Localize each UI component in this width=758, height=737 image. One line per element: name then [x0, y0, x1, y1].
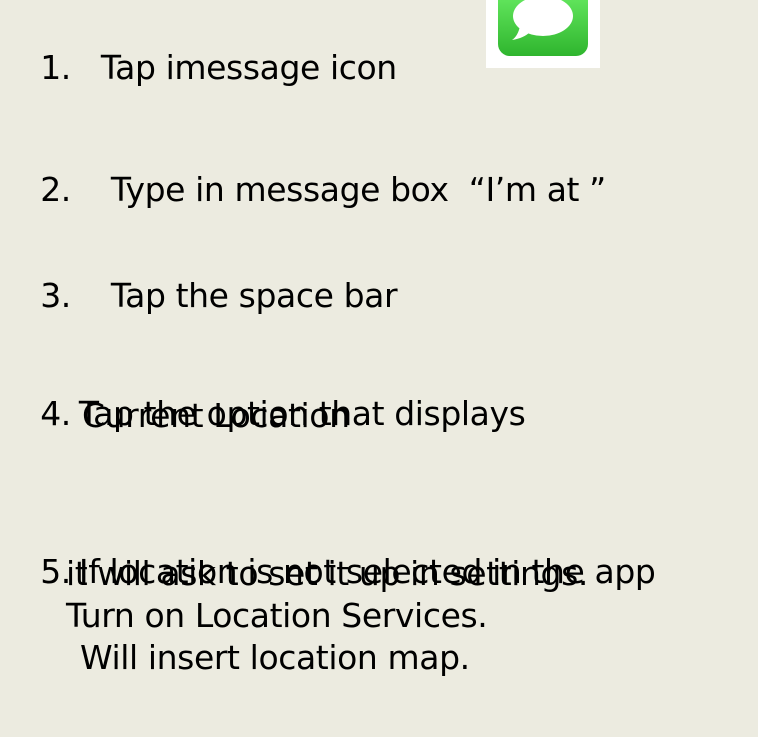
- speech-bubble-icon: [512, 0, 573, 40]
- messages-app-icon: [486, 0, 600, 68]
- step-5-continuation-3: Will insert location map.: [80, 638, 470, 677]
- step-4-number: 4.: [40, 394, 71, 433]
- step-5-continuation-1: it will ask to set it up in settings.: [66, 554, 588, 593]
- step-4-continuation: Current Location: [82, 396, 350, 435]
- step-2-text: Type in message box “I’m at ”: [110, 170, 606, 209]
- step-5-continuation-2: Turn on Location Services.: [66, 596, 488, 635]
- messages-icon-tile: [498, 0, 588, 56]
- step-3-text: Tap the space bar: [110, 276, 398, 315]
- step-2: 2. Type in message box “I’m at ”: [20, 130, 606, 210]
- step-3-number: 3.: [40, 276, 71, 315]
- step-1-number: 1.: [40, 48, 71, 87]
- step-2-number: 2.: [40, 170, 71, 209]
- step-1-text: Tap imessage icon: [100, 48, 397, 87]
- step-3: 3. Tap the space bar: [20, 236, 397, 316]
- step-1: 1. Tap imessage icon: [20, 8, 397, 88]
